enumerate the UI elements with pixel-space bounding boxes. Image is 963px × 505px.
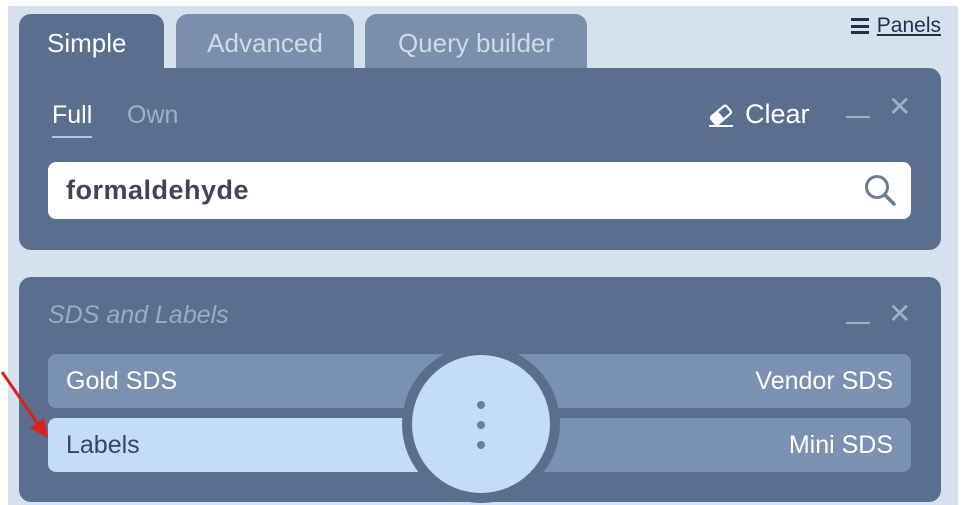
option-gold-sds[interactable]: Gold SDS — [48, 354, 448, 408]
search-icon[interactable] — [863, 173, 897, 207]
stage: Simple Advanced Query builder Panels Ful… — [0, 0, 963, 505]
vertical-dots-icon — [476, 401, 486, 449]
tab-query-builder-label: Query builder — [397, 28, 555, 58]
sds-panel-close-button[interactable]: ✕ — [888, 300, 911, 328]
tab-query-builder[interactable]: Query builder — [365, 14, 587, 74]
clear-button-label: Clear — [745, 99, 810, 129]
sds-panel-title: SDS and Labels — [48, 301, 229, 329]
panels-link[interactable]: Panels — [850, 14, 941, 38]
search-box — [48, 162, 911, 219]
search-panel-minimize-button[interactable] — [846, 116, 870, 118]
option-mini-sds[interactable]: Mini SDS — [511, 418, 911, 472]
annotation-arrow-icon — [0, 371, 48, 438]
filter-full[interactable]: Full — [52, 101, 93, 138]
option-vendor-sds[interactable]: Vendor SDS — [511, 354, 911, 408]
sds-panel-minimize-button[interactable] — [846, 322, 870, 324]
filter-own[interactable]: Own — [127, 101, 178, 130]
search-panel-close-button[interactable]: ✕ — [888, 93, 911, 121]
eraser-icon — [709, 103, 733, 127]
search-input[interactable] — [48, 162, 838, 219]
panels-link-label: Panels — [876, 14, 941, 37]
sds-labels-panel: SDS and Labels ✕ Gold SDS Vendor SDS Lab… — [19, 277, 941, 503]
clear-button[interactable]: Clear — [707, 99, 810, 130]
tab-advanced[interactable]: Advanced — [176, 14, 354, 74]
search-panel: Full Own Clear ✕ — [19, 68, 941, 250]
hamburger-icon — [850, 18, 869, 34]
option-labels[interactable]: Labels — [48, 418, 448, 472]
options-menu-knob[interactable] — [412, 355, 550, 493]
tab-advanced-label: Advanced — [207, 28, 323, 58]
tab-simple-label: Simple — [47, 28, 127, 58]
tab-simple[interactable]: Simple — [19, 14, 164, 74]
